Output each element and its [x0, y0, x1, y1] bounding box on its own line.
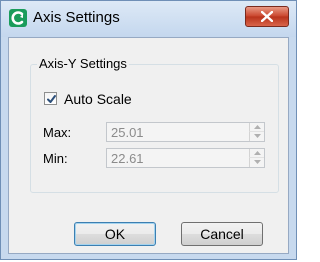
- checkmark-icon: [47, 95, 56, 103]
- auto-scale-checkbox[interactable]: [44, 92, 57, 105]
- arrow-down-icon: [254, 160, 261, 164]
- max-value[interactable]: 25.01: [111, 125, 144, 140]
- auto-scale-label[interactable]: Auto Scale: [64, 91, 132, 107]
- dialog-body: Axis-Y Settings Auto Scale Max: 25.01 Mi…: [8, 37, 289, 254]
- close-button[interactable]: [245, 6, 289, 27]
- arrow-up-icon: [254, 125, 261, 129]
- min-decrement-button[interactable]: [249, 158, 264, 167]
- max-decrement-button[interactable]: [249, 132, 264, 141]
- group-label: Axis-Y Settings: [37, 56, 129, 71]
- min-label: Min:: [43, 151, 68, 166]
- app-logo-icon: [9, 9, 27, 27]
- max-spinbox[interactable]: 25.01: [106, 122, 265, 142]
- min-spinbox[interactable]: 22.61: [106, 148, 265, 168]
- axis-y-group: Axis-Y Settings Auto Scale Max: 25.01 Mi…: [30, 56, 279, 193]
- min-value[interactable]: 22.61: [111, 151, 144, 166]
- ok-button[interactable]: OK: [74, 222, 156, 246]
- window-title: Axis Settings: [33, 9, 120, 26]
- max-label: Max:: [43, 125, 72, 140]
- dialog-window: Axis Settings Axis-Y Settings Auto Scale…: [0, 0, 297, 260]
- arrow-down-icon: [254, 134, 261, 138]
- cancel-button[interactable]: Cancel: [181, 222, 263, 246]
- title-bar[interactable]: Axis Settings: [1, 1, 296, 37]
- min-increment-button[interactable]: [249, 149, 264, 158]
- arrow-up-icon: [254, 151, 261, 155]
- max-increment-button[interactable]: [249, 123, 264, 132]
